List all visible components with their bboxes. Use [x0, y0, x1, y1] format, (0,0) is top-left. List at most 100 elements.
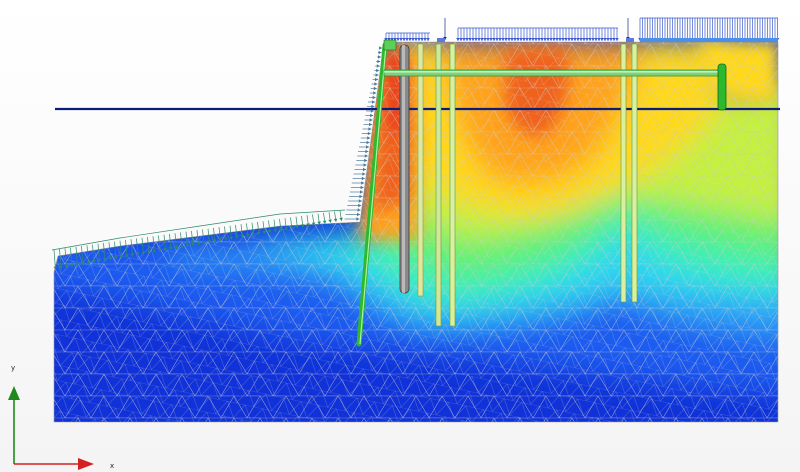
- surface-load-arrow-head: [555, 38, 559, 41]
- capping-beam: [383, 39, 397, 51]
- surface-load-arrow-head: [531, 38, 535, 41]
- surface-load-arrow-head: [561, 38, 565, 41]
- surface-load-arrow-head: [462, 38, 466, 41]
- surface-load-arrow-head: [423, 38, 427, 41]
- wall-load-arrow-head: [360, 185, 364, 190]
- surface-load-arrow-head: [585, 38, 589, 41]
- surface-load-arrow-head: [597, 38, 601, 41]
- wall-load-arrow-head: [366, 140, 370, 145]
- wall-load-arrow-head: [361, 181, 365, 185]
- load-plate: [626, 38, 634, 42]
- slope-load-arrow-head: [339, 217, 343, 221]
- surface-load-arrow-head: [459, 38, 463, 41]
- surface-load-arrow-head: [558, 38, 562, 41]
- surface-load-arrow-head: [480, 38, 484, 41]
- wall-load-arrow-head: [370, 113, 374, 118]
- surface-load-arrow-head: [516, 38, 520, 41]
- surface-load-arrow-head: [513, 38, 517, 41]
- surface-load-arrow-head: [426, 38, 430, 41]
- surface-load-arrow-head: [615, 38, 619, 41]
- wall-load-arrow-head: [366, 145, 369, 149]
- wall-load-arrow-head: [364, 154, 368, 158]
- surface-load-arrow-head: [468, 38, 472, 41]
- surface-load-arrow-head: [486, 38, 490, 41]
- wall-load-arrow-head: [373, 91, 377, 95]
- surface-load-arrow-head: [408, 38, 412, 41]
- wall-load-arrow-head: [363, 167, 366, 172]
- surface-load-arrow-head: [522, 38, 526, 41]
- slope-load-arrow-head: [333, 218, 338, 222]
- wall-load-arrow-head: [378, 50, 382, 55]
- surface-load-arrow-head: [492, 38, 496, 41]
- wall-load-arrow-head: [367, 131, 371, 136]
- wall-load-arrow-head: [360, 190, 363, 194]
- wall-load-arrow-head: [359, 194, 363, 199]
- wall-load-arrow-head: [376, 68, 380, 73]
- wall-load-arrow-head: [358, 199, 362, 203]
- surface-load-arrow-head: [594, 38, 598, 41]
- wall-load-arrow-head: [364, 158, 368, 163]
- wall-shine: [402, 45, 405, 293]
- surface-load-arrow-head: [507, 38, 511, 41]
- wall-load-arrow-head: [373, 86, 377, 91]
- surface-load-arrow-head: [399, 38, 403, 41]
- load-plate: [437, 38, 445, 42]
- surface-load-arrow-head: [495, 38, 499, 41]
- surface-load-arrow-head: [570, 38, 574, 41]
- surface-load-arrow-head: [573, 38, 577, 41]
- pile-2: [435, 43, 442, 327]
- wall-load-arrow-head: [367, 136, 371, 140]
- surface-load-arrow-head: [600, 38, 604, 41]
- y-axis-label: y: [11, 364, 15, 372]
- wall-load-arrow-head: [375, 73, 379, 77]
- pile-3: [449, 43, 456, 327]
- surface-load-arrow-head: [546, 38, 550, 41]
- surface-load-arrow-head: [582, 38, 586, 41]
- surface-load-arrow-head: [576, 38, 580, 41]
- surface-load-arrow-head: [405, 38, 409, 41]
- y-axis-arrowhead: [8, 386, 20, 400]
- wall-load-arrow-head: [357, 208, 361, 212]
- wall-load-arrow-head: [365, 149, 369, 154]
- wall-load-arrow-head: [372, 95, 376, 100]
- wall-load-arrow-head: [379, 46, 383, 50]
- surface-load-arrow-head: [417, 38, 421, 41]
- wall-load-arrow-head: [372, 100, 375, 104]
- wall-load-arrow-head: [368, 127, 372, 131]
- wall-load-arrow-head: [374, 82, 378, 86]
- finite-element-model-view: y x: [8, 17, 780, 470]
- surface-load-arrow-head: [504, 38, 508, 41]
- surface-load-arrow-head: [552, 38, 556, 41]
- surface-load-arrow-head: [549, 38, 553, 41]
- wall-load-arrow-head: [375, 77, 378, 82]
- surface-load-arrow-head: [606, 38, 610, 41]
- horizontal-strut: [383, 69, 725, 77]
- x-axis-arrowhead: [78, 458, 94, 470]
- surface-load-arrow-head: [420, 38, 424, 41]
- surface-load-arrow-head: [528, 38, 532, 41]
- wall-load-arrow-head: [362, 172, 366, 176]
- surface-load-arrow-head: [456, 38, 460, 41]
- surface-load-arrow-head: [537, 38, 541, 41]
- pile-4: [620, 43, 627, 303]
- wall-load-arrow-head: [369, 118, 373, 122]
- surface-load-arrow-head: [534, 38, 538, 41]
- wall-load-arrow-head: [371, 104, 375, 109]
- strut-shine: [384, 71, 724, 73]
- wall-load-arrow-head: [376, 64, 380, 68]
- surface-load-arrow-head: [498, 38, 502, 41]
- surface-load-arrow-head: [402, 38, 406, 41]
- surface-load-arrow-head: [474, 38, 478, 41]
- strut-anchor-block: [717, 63, 727, 111]
- wall-load-arrow-head: [378, 55, 381, 59]
- surface-load-arrow-head: [603, 38, 607, 41]
- surface-load-arrow-head: [411, 38, 415, 41]
- surface-distributed-load: [384, 17, 780, 42]
- surface-load-arrow-head: [501, 38, 505, 41]
- surface-load-arrow-head: [579, 38, 583, 41]
- surface-load-arrow-head: [477, 38, 481, 41]
- pile-1: [417, 43, 424, 297]
- surface-load-arrow-head: [612, 38, 616, 41]
- wall-load-arrow-head: [361, 176, 365, 181]
- wall-load-arrow-head: [377, 59, 381, 64]
